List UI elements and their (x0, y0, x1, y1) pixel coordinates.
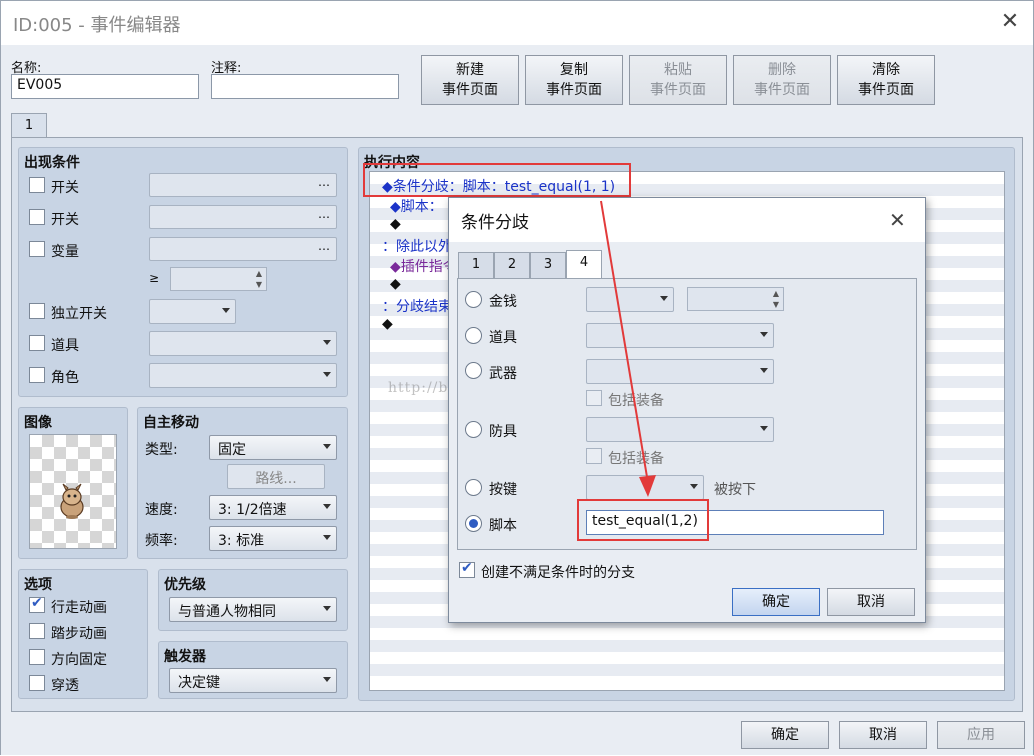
event-editor-window: ID:005 - 事件编辑器 ✕ 名称: EV005 注释: 新建 事件页面 复制… (0, 0, 1034, 755)
annotation-arrow-icon (600, 200, 656, 497)
